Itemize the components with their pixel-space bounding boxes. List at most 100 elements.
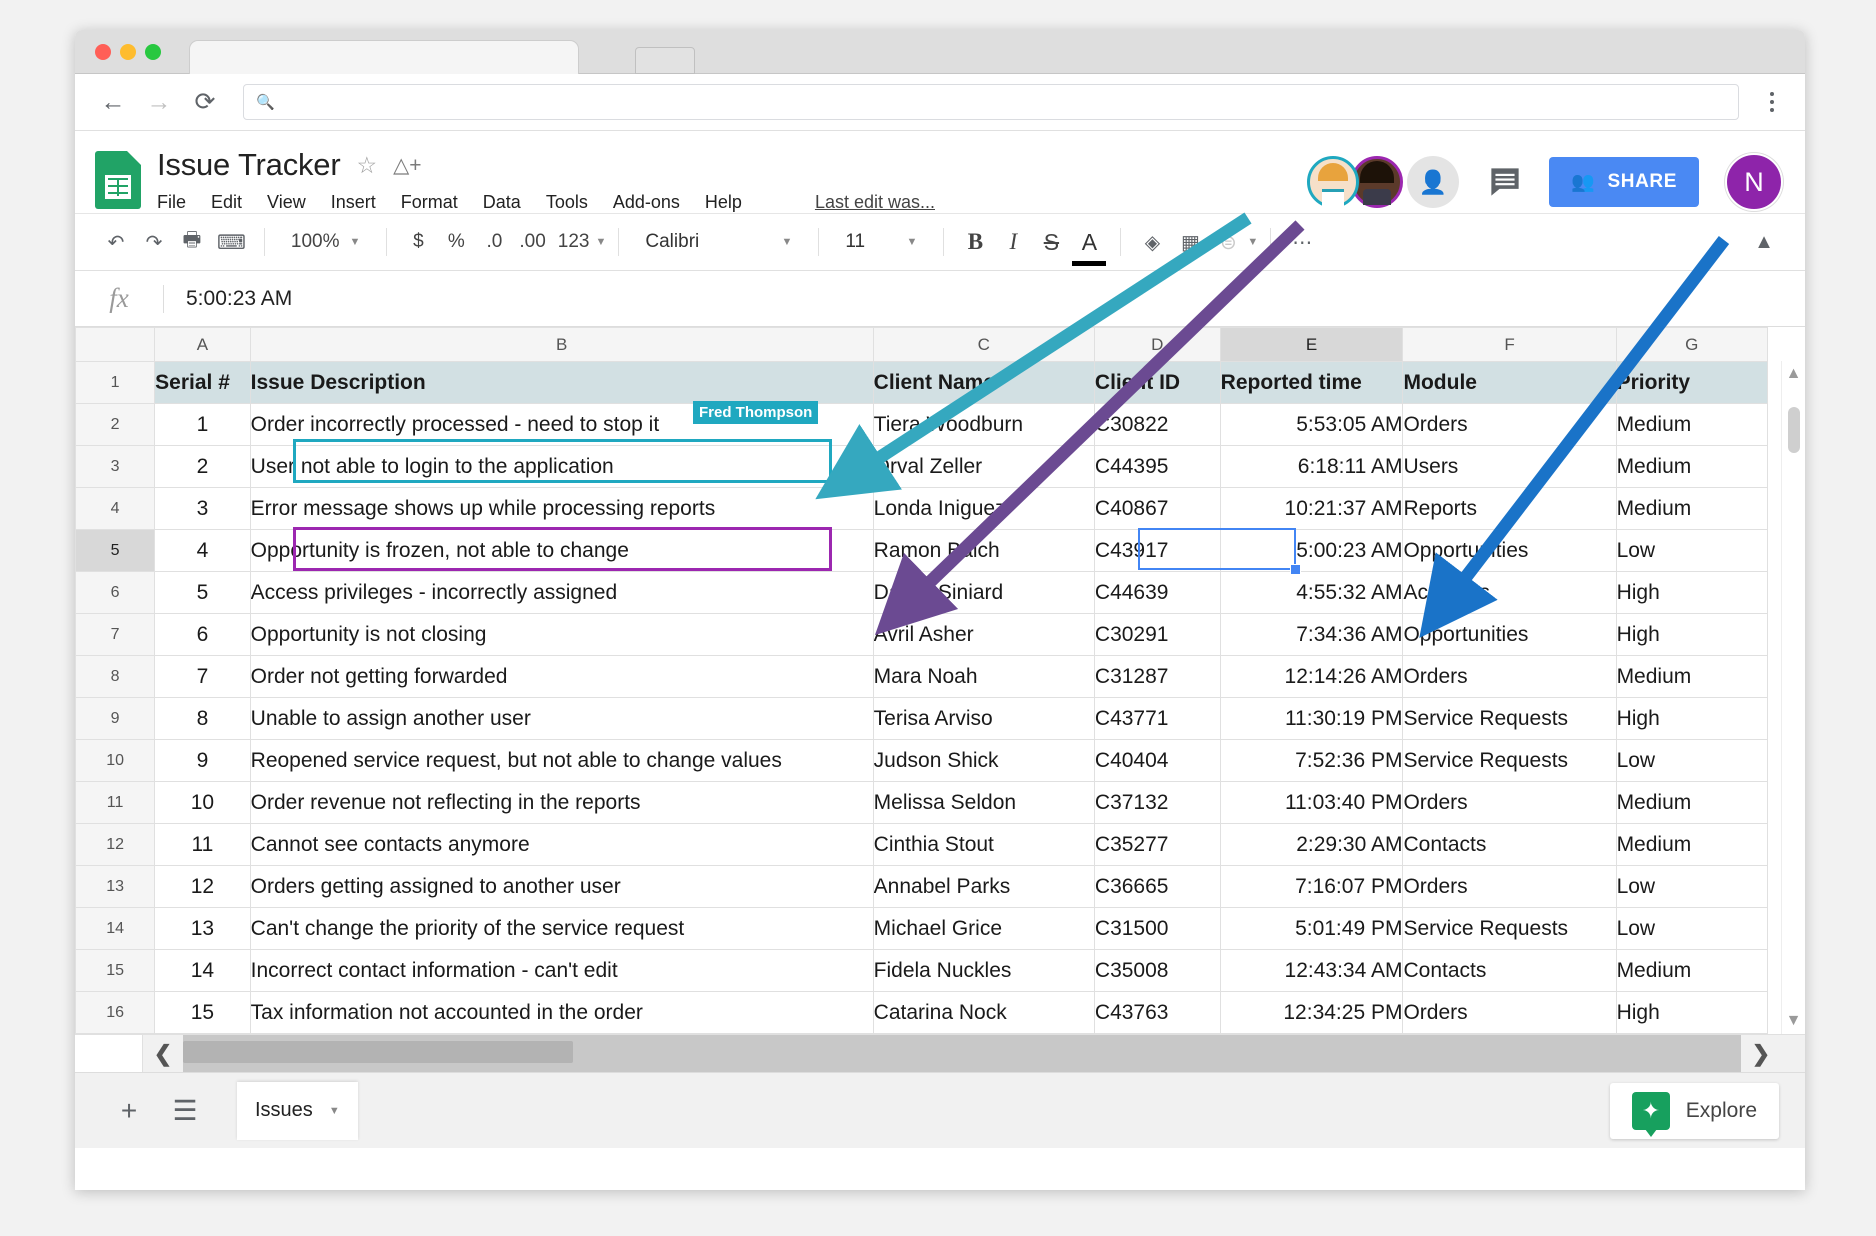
cell-d12[interactable]: C35277 <box>1093 823 1221 866</box>
italic-button[interactable]: I <box>994 223 1032 261</box>
cell-b1[interactable]: Issue Description <box>249 361 874 404</box>
column-header-d[interactable]: D <box>1093 327 1221 362</box>
formula-bar-input[interactable]: 5:00:23 AM <box>164 287 292 311</box>
column-header-c[interactable]: C <box>872 327 1095 362</box>
select-all-corner[interactable] <box>75 327 156 362</box>
cell-c13[interactable]: Annabel Parks <box>872 865 1095 908</box>
menu-item-addons[interactable]: Add-ons <box>613 192 680 213</box>
redo-icon[interactable]: ↷ <box>135 223 173 261</box>
row-header-10[interactable]: 10 <box>75 739 156 782</box>
row-header-3[interactable]: 3 <box>75 445 156 488</box>
cell-c12[interactable]: Cinthia Stout <box>872 823 1095 866</box>
cell-a9[interactable]: 8 <box>154 697 251 740</box>
row-header-15[interactable]: 15 <box>75 949 156 992</box>
collaborator-avatar-dark[interactable] <box>1351 156 1404 208</box>
cell-d15[interactable]: C35008 <box>1093 949 1221 992</box>
cell-e12[interactable]: 2:29:30 AM <box>1219 823 1404 866</box>
cell-g15[interactable]: Medium <box>1615 949 1769 992</box>
cell-c8[interactable]: Mara Noah <box>872 655 1095 698</box>
cell-f10[interactable]: Service Requests <box>1402 739 1617 782</box>
reload-icon[interactable]: ⟳ <box>185 82 225 122</box>
cell-c16[interactable]: Catarina Nock <box>872 991 1095 1034</box>
cell-a5[interactable]: 4 <box>154 529 251 572</box>
cell-d10[interactable]: C40404 <box>1093 739 1221 782</box>
menu-item-file[interactable]: File <box>157 192 186 213</box>
maximize-window-button[interactable] <box>145 44 161 60</box>
fill-color-icon[interactable]: ◈ <box>1133 223 1171 261</box>
cell-d8[interactable]: C31287 <box>1093 655 1221 698</box>
cell-a11[interactable]: 10 <box>154 781 251 824</box>
cell-c11[interactable]: Melissa Seldon <box>872 781 1095 824</box>
merge-cells-icon[interactable]: ⊜ <box>1209 223 1247 261</box>
cell-e16[interactable]: 12:34:25 PM <box>1219 991 1404 1034</box>
cell-f6[interactable]: Accounts <box>1402 571 1617 614</box>
cell-g4[interactable]: Medium <box>1615 487 1769 530</box>
cell-c10[interactable]: Judson Shick <box>872 739 1095 782</box>
cell-g8[interactable]: Medium <box>1615 655 1769 698</box>
row-header-4[interactable]: 4 <box>75 487 156 530</box>
cell-f4[interactable]: Reports <box>1402 487 1617 530</box>
cell-e9[interactable]: 11:30:19 PM <box>1219 697 1404 740</box>
row-header-9[interactable]: 9 <box>75 697 156 740</box>
cell-a15[interactable]: 14 <box>154 949 251 992</box>
document-title[interactable]: Issue Tracker <box>157 147 341 183</box>
cell-e5[interactable]: 5:00:23 AM <box>1219 529 1404 572</box>
cell-d9[interactable]: C43771 <box>1093 697 1221 740</box>
cell-b9[interactable]: Unable to assign another user <box>249 697 874 740</box>
cell-c4[interactable]: Londa Iniguez <box>872 487 1095 530</box>
strikethrough-button[interactable]: S <box>1032 223 1070 261</box>
cell-e1[interactable]: Reported time <box>1219 361 1404 404</box>
currency-format-button[interactable]: $ <box>399 223 437 261</box>
anonymous-user-icon[interactable]: 👤 <box>1407 156 1460 208</box>
forward-arrow-icon[interactable]: → <box>139 82 179 122</box>
menu-item-data[interactable]: Data <box>483 192 521 213</box>
chevron-down-icon[interactable]: ▼ <box>596 236 607 248</box>
all-sheets-icon[interactable]: ☰ <box>157 1094 213 1127</box>
close-window-button[interactable] <box>95 44 111 60</box>
cell-a16[interactable]: 15 <box>154 991 251 1034</box>
cell-a14[interactable]: 13 <box>154 907 251 950</box>
vertical-scrollbar[interactable]: ▲ ▼ <box>1781 361 1805 1034</box>
print-icon[interactable]: 🖶 <box>173 223 211 261</box>
back-arrow-icon[interactable]: ← <box>93 82 133 122</box>
cell-c9[interactable]: Terisa Arviso <box>872 697 1095 740</box>
cell-a1[interactable]: Serial # <box>154 361 251 404</box>
cell-b14[interactable]: Can't change the priority of the service… <box>249 907 874 950</box>
minimize-window-button[interactable] <box>120 44 136 60</box>
increase-decimal-button[interactable]: .00 <box>513 223 551 261</box>
cell-e3[interactable]: 6:18:11 AM <box>1219 445 1404 488</box>
cell-e15[interactable]: 12:43:34 AM <box>1219 949 1404 992</box>
row-header-11[interactable]: 11 <box>75 781 156 824</box>
cell-g9[interactable]: High <box>1615 697 1769 740</box>
row-header-12[interactable]: 12 <box>75 823 156 866</box>
cell-a12[interactable]: 11 <box>154 823 251 866</box>
cell-c6[interactable]: Dallas Siniard <box>872 571 1095 614</box>
share-button[interactable]: 👥 SHARE <box>1549 157 1699 207</box>
cell-b12[interactable]: Cannot see contacts anymore <box>249 823 874 866</box>
cell-d11[interactable]: C37132 <box>1093 781 1221 824</box>
kebab-menu-icon[interactable] <box>1757 92 1787 112</box>
cell-a4[interactable]: 3 <box>154 487 251 530</box>
cell-a6[interactable]: 5 <box>154 571 251 614</box>
horizontal-scrollbar[interactable]: ❮ ❯ <box>75 1034 1805 1072</box>
cell-f1[interactable]: Module <box>1402 361 1617 404</box>
cell-f3[interactable]: Users <box>1402 445 1617 488</box>
cell-f14[interactable]: Service Requests <box>1402 907 1617 950</box>
scroll-right-icon[interactable]: ❯ <box>1741 1041 1781 1067</box>
cell-f8[interactable]: Orders <box>1402 655 1617 698</box>
cell-c1[interactable]: Client Name <box>872 361 1095 404</box>
cell-g7[interactable]: High <box>1615 613 1769 656</box>
cell-d2[interactable]: C30822 <box>1093 403 1221 446</box>
cell-g13[interactable]: Low <box>1615 865 1769 908</box>
account-avatar[interactable]: N <box>1725 153 1783 211</box>
borders-icon[interactable]: ▦ <box>1171 223 1209 261</box>
row-header-6[interactable]: 6 <box>75 571 156 614</box>
cell-a3[interactable]: 2 <box>154 445 251 488</box>
cell-g12[interactable]: Medium <box>1615 823 1769 866</box>
add-sheet-icon[interactable]: + <box>101 1095 157 1127</box>
column-header-e[interactable]: E <box>1219 327 1404 362</box>
cell-g16[interactable]: High <box>1615 991 1769 1034</box>
paint-format-icon[interactable]: ⌨ <box>211 223 252 261</box>
last-edit-link[interactable]: Last edit was... <box>815 192 935 213</box>
cell-f11[interactable]: Orders <box>1402 781 1617 824</box>
